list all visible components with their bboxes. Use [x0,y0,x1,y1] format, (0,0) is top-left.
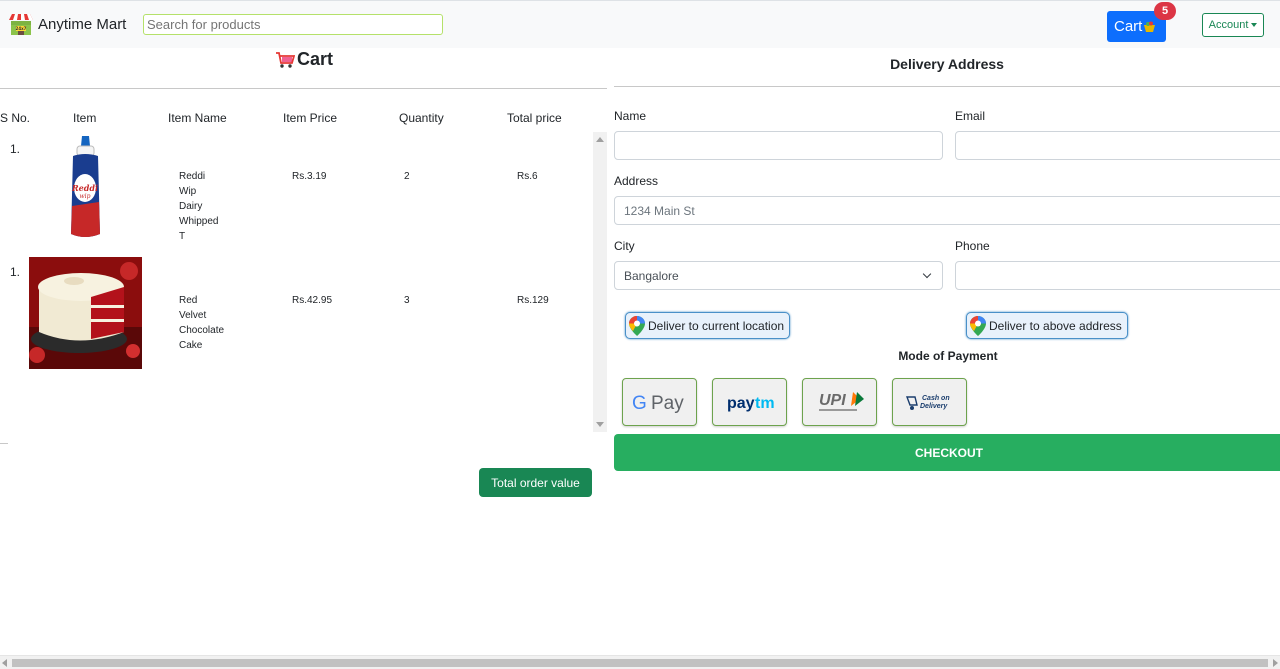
phone-field[interactable] [955,261,1280,290]
svg-text:G: G [632,393,647,414]
scroll-up-icon[interactable] [596,137,604,142]
pay-cod-button[interactable]: Cash on Delivery [892,378,967,426]
scrollbar-thumb[interactable] [12,659,1268,667]
row-serial-number: 1. [10,265,21,279]
cart-items-list[interactable]: 1. Reddi wip Reddi Wip Dairy Whipped T R… [0,132,593,432]
email-field[interactable] [955,131,1280,160]
column-header-quantity: Quantity [399,111,444,125]
row-item-price: Rs.3.19 [292,171,327,182]
svg-text:UPI: UPI [819,392,846,409]
address-label: Address [614,174,659,188]
column-header-sno: S No. [0,111,31,125]
item-name-line: Reddi [179,171,206,182]
divider [0,88,607,89]
scroll-left-icon[interactable] [2,659,7,667]
email-label: Email [955,109,986,123]
paytm-icon: pay tm [727,395,775,412]
cash-on-delivery-icon: Cash on Delivery [905,395,950,410]
account-dropdown[interactable]: Account [1202,13,1264,37]
city-select-value: Bangalore [624,268,679,283]
cart-button-label: Cart [1114,18,1143,35]
basket-icon [1144,21,1156,32]
brand-name: Anytime Mart [38,15,127,33]
item-name-line: Red [179,295,198,306]
row-item-name: Red Velvet Chocolate Cake [179,293,224,353]
store-logo-icon: 24x7 [9,14,33,35]
city-select[interactable]: Bangalore [614,261,943,290]
horizontal-scrollbar[interactable] [0,655,1280,669]
divider [614,86,1280,87]
product-image-red-velvet-cake [29,257,142,369]
svg-text:24x7: 24x7 [16,26,27,31]
phone-label: Phone [955,239,990,253]
product-image-whipped-cream: Reddi wip [71,136,100,237]
svg-text:Reddi: Reddi [71,183,98,193]
svg-text:tm: tm [755,395,775,412]
column-header-total-price: Total price [507,111,562,125]
cart-title: Cart [275,49,333,70]
delivery-address-title: Delivery Address [890,56,1004,72]
navbar: 24x7 Anytime Mart Cart 5 Account [0,0,1280,48]
svg-text:wip: wip [80,193,91,200]
item-name-line: Velvet [179,310,207,321]
row-quantity: 2 [404,171,410,182]
shopping-cart-icon [276,51,295,68]
map-pin-icon [970,315,986,336]
column-header-item-price: Item Price [283,111,338,125]
deliver-current-location-label: Deliver to current location [648,318,785,333]
deliver-above-address-button[interactable]: Deliver to above address [966,312,1128,339]
row-quantity: 3 [404,295,410,306]
name-label: Name [614,109,647,123]
search-input[interactable] [143,14,443,35]
google-pay-icon: G Pay [632,393,684,414]
scroll-down-icon[interactable] [596,422,604,427]
row-total-price: Rs.129 [517,295,549,306]
deliver-current-location-button[interactable]: Deliver to current location [625,312,791,339]
pay-paytm-button[interactable]: pay tm [712,378,787,426]
chevron-down-icon [922,269,932,279]
city-label: City [614,239,635,253]
brand[interactable]: 24x7 Anytime Mart [8,11,126,37]
name-field[interactable] [614,131,943,160]
account-label: Account [1208,19,1249,31]
item-name-line: Dairy [179,201,203,212]
map-pin-icon [629,315,645,336]
pay-upi-button[interactable]: UPI [802,378,877,426]
svg-text:Cash on: Cash on [922,395,950,402]
svg-text:pay: pay [727,395,755,412]
checkout-button[interactable]: CHECKOUT [614,434,1280,471]
scroll-right-icon[interactable] [1273,659,1278,667]
upi-icon: UPI [818,392,864,411]
item-name-line: Chocolate [179,325,225,336]
item-name-line: Whipped [179,216,219,227]
row-total-price: Rs.6 [517,171,538,182]
item-name-line: Cake [179,340,203,351]
svg-text:Delivery: Delivery [920,403,948,410]
total-order-value-button[interactable]: Total order value [479,468,592,497]
page: 24x7 Anytime Mart Cart 5 Account Cart S [0,0,1280,669]
row-item-price: Rs.42.95 [292,295,333,306]
address-field[interactable]: 1234 Main St [614,196,1280,225]
row-serial-number: 1. [10,142,21,156]
cart-count-badge: 5 [1154,2,1176,20]
pay-gpay-button[interactable]: G Pay [622,378,697,426]
cart-scrollbar[interactable] [593,132,607,432]
mode-of-payment-title: Mode of Payment [898,349,998,363]
column-header-item-name: Item Name [168,111,227,125]
column-header-item: Item [73,111,97,125]
item-name-line: Wip [179,186,197,197]
deliver-above-address-label: Deliver to above address [989,318,1122,333]
cart-title-text: Cart [297,49,334,69]
item-name-line: T [179,231,186,242]
svg-text:Pay: Pay [651,393,684,414]
divider [0,443,8,444]
row-item-name: Reddi Wip Dairy Whipped T [179,169,218,244]
caret-down-icon [1251,23,1258,27]
